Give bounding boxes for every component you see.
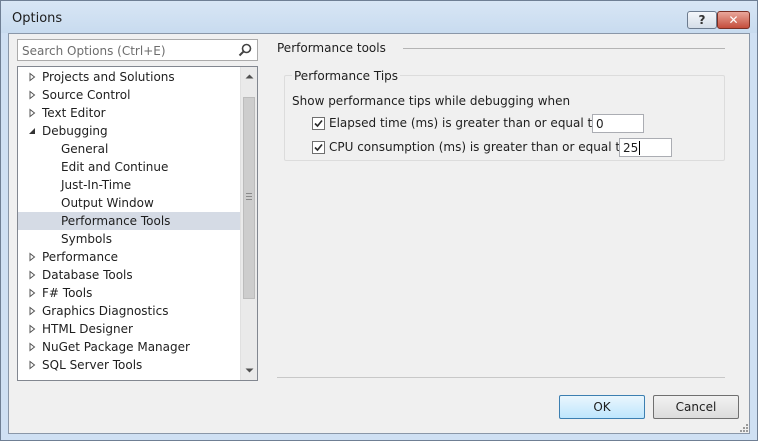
elapsed-time-checkbox[interactable] [312, 116, 325, 130]
collapsed-arrow-icon[interactable] [28, 288, 36, 298]
window-title: Options [12, 11, 63, 26]
tree-item[interactable]: Projects and Solutions [18, 68, 240, 86]
search-icon[interactable] [237, 42, 253, 58]
collapsed-arrow-icon[interactable] [28, 270, 36, 280]
tree-item-label: General [61, 142, 109, 156]
tree-item-label: Debugging [42, 124, 108, 138]
expanded-arrow-icon[interactable] [28, 126, 36, 136]
checkmark-icon [314, 119, 323, 127]
text-cursor [639, 141, 641, 155]
search-placeholder: Search Options (Ctrl+E) [22, 44, 166, 58]
tree-item-label: Source Control [42, 88, 131, 102]
tree-item[interactable]: General [18, 140, 240, 158]
resize-grip-icon[interactable] [738, 422, 748, 432]
tree-item-label: HTML Designer [42, 322, 133, 336]
tree-item-label: SQL Server Tools [42, 358, 143, 372]
options-dialog: Options ? ✕ Search Options (Ctrl+E) SQL … [0, 0, 758, 441]
tree-scrollbar[interactable] [240, 67, 257, 380]
tree-item-label: Just-In-Time [61, 178, 132, 192]
search-input[interactable]: Search Options (Ctrl+E) [17, 39, 258, 61]
tree-item[interactable]: F# Tools [18, 284, 240, 302]
tree-item[interactable]: Source Control [18, 86, 240, 104]
tree-item-label: Edit and Continue [61, 160, 169, 174]
help-icon: ? [698, 13, 706, 27]
tree-item-label: Text Editor [42, 106, 106, 120]
elapsed-time-label: Elapsed time (ms) is greater than or equ… [329, 116, 600, 130]
elapsed-time-value: 0 [596, 117, 604, 131]
tree-item[interactable]: Just-In-Time [18, 176, 240, 194]
close-icon: ✕ [728, 13, 739, 27]
checkmark-icon [314, 143, 323, 151]
tree-item[interactable]: HTML Designer [18, 320, 240, 338]
collapsed-arrow-icon[interactable] [28, 90, 36, 100]
close-button[interactable]: ✕ [717, 11, 750, 29]
tree-item[interactable]: Debugging [18, 122, 240, 140]
group-label: Performance Tips [292, 69, 401, 83]
scrollbar-thumb[interactable] [243, 97, 255, 299]
tree-item[interactable]: Database Tools [18, 266, 240, 284]
tree-item[interactable]: Output Window [18, 194, 240, 212]
tree-item[interactable]: Text Editor [18, 104, 240, 122]
tree-item-label: Graphics Diagnostics [42, 304, 169, 318]
tree-item[interactable]: NuGet Package Manager [18, 338, 240, 356]
tree-item[interactable]: SQL Server Tools [18, 356, 240, 374]
collapsed-arrow-icon[interactable] [28, 360, 36, 370]
tree-item-label: Database Tools [42, 268, 133, 282]
tree-item-label: Output Window [61, 196, 154, 210]
dialog-client-area: Search Options (Ctrl+E) SQL Server Tools… [8, 33, 750, 434]
group-description: Show performance tips while debugging wh… [292, 94, 571, 108]
cpu-consumption-label: CPU consumption (ms) is greater than or … [329, 140, 628, 154]
tree-item-label: NuGet Package Manager [42, 340, 190, 354]
tree-item-label: Projects and Solutions [42, 70, 175, 84]
page-title: Performance tools [277, 41, 386, 55]
ok-button[interactable]: OK [559, 395, 645, 419]
scroll-down-icon[interactable] [245, 366, 254, 375]
options-tree[interactable]: SQL Server Tools NuGet Package Manager HTM… [17, 66, 258, 381]
elapsed-time-field[interactable]: 0 [592, 114, 644, 133]
title-bar[interactable]: Options ? ✕ [1, 1, 757, 33]
tree-item[interactable]: Graphics Diagnostics [18, 302, 240, 320]
tree-item-label: F# Tools [42, 286, 93, 300]
cancel-label: Cancel [675, 400, 717, 414]
bottom-divider [277, 377, 725, 378]
grip-icon [246, 193, 252, 201]
tree-item[interactable]: Performance Tools [18, 212, 240, 230]
collapsed-arrow-icon[interactable] [28, 324, 36, 334]
collapsed-arrow-icon[interactable] [28, 72, 36, 82]
title-divider [403, 48, 725, 49]
scroll-up-icon[interactable] [245, 72, 254, 81]
collapsed-arrow-icon[interactable] [28, 306, 36, 316]
tree-item-label: Performance Tools [61, 214, 171, 228]
tree-item-label: Performance [42, 250, 119, 264]
cancel-button[interactable]: Cancel [653, 395, 739, 419]
ok-label: OK [593, 400, 611, 414]
tree-item[interactable]: Performance [18, 248, 240, 266]
collapsed-arrow-icon[interactable] [28, 342, 36, 352]
collapsed-arrow-icon[interactable] [28, 108, 36, 118]
cpu-consumption-checkbox[interactable] [312, 140, 325, 154]
tree-item[interactable]: Symbols [18, 230, 240, 248]
collapsed-arrow-icon[interactable] [28, 252, 36, 262]
cpu-consumption-field[interactable]: 25 [619, 138, 672, 157]
cpu-consumption-option[interactable]: CPU consumption (ms) is greater than or … [312, 140, 627, 154]
elapsed-time-option[interactable]: Elapsed time (ms) is greater than or equ… [312, 116, 600, 130]
help-button[interactable]: ? [687, 11, 717, 29]
tree-item-label: Symbols [61, 232, 112, 246]
cpu-consumption-value: 25 [623, 141, 639, 155]
tree-item[interactable]: Edit and Continue [18, 158, 240, 176]
